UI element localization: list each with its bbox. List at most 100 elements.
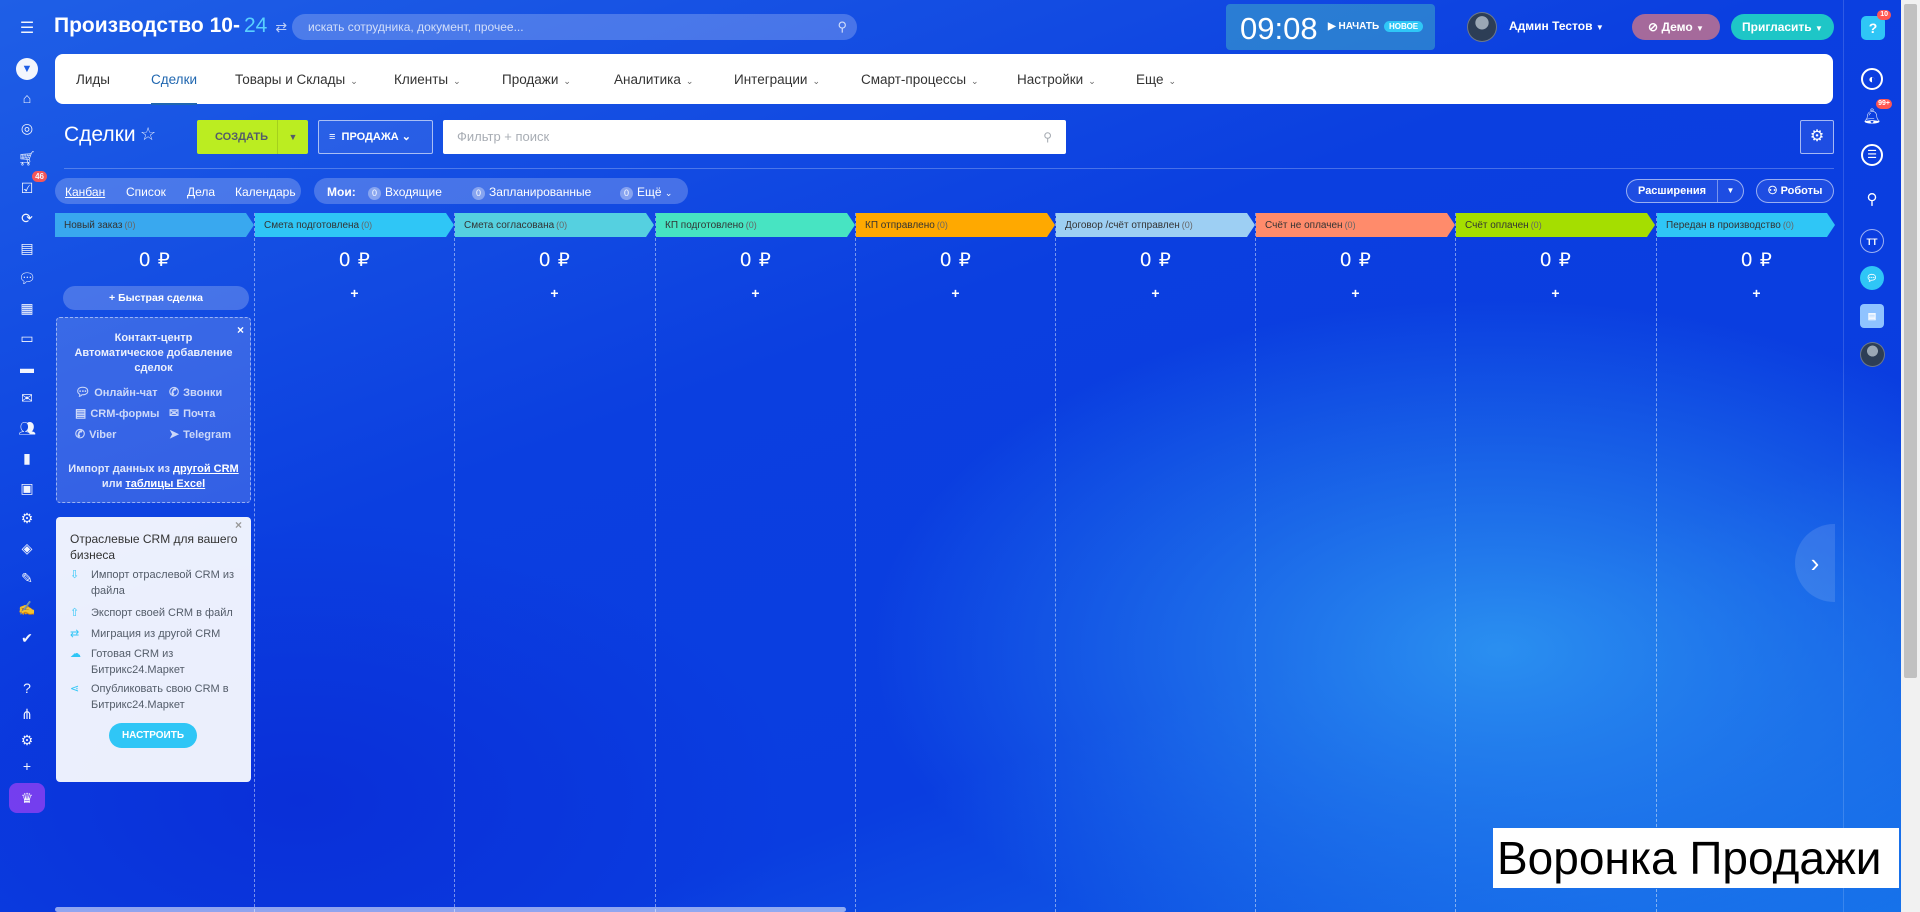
crm-icon[interactable]: ⟳ (17, 208, 37, 228)
chat-icon[interactable]: 💬︎ (1860, 266, 1884, 290)
cart-icon[interactable]: 🛒︎ (17, 148, 37, 168)
add-deal-icon[interactable]: + (255, 285, 454, 301)
sign-icon[interactable]: ✍ (17, 598, 37, 618)
industry-item[interactable]: ⇧ Экспорт своей CRM в файл (70, 605, 246, 621)
menu-icon[interactable]: ☰ (17, 18, 37, 38)
counter-more[interactable]: 0 Ещё ⌄ (620, 185, 672, 200)
quick-deal-button[interactable]: + Быстрая сделка (63, 286, 249, 310)
nav-deals[interactable]: Сделки (151, 72, 198, 105)
avatar[interactable] (1860, 342, 1885, 367)
search-icon[interactable]: ⚲ (837, 14, 847, 40)
feed-icon[interactable]: ▤ (17, 238, 37, 258)
add-deal-icon[interactable]: + (1256, 285, 1455, 301)
search-icon[interactable]: ⚲ (1860, 188, 1884, 212)
add-deal-icon[interactable]: + (1657, 285, 1856, 301)
demo-button[interactable]: ⊘ Демо ▼ (1632, 14, 1720, 40)
channel-mail[interactable]: ✉ Почта (169, 406, 215, 420)
calendar-icon[interactable]: ▦ (17, 298, 37, 318)
column-header[interactable]: Передан в производство (0) (1657, 213, 1835, 237)
gear-icon[interactable]: ⚙ (1800, 120, 1834, 154)
column-header[interactable]: Счёт не оплачен (0) (1256, 213, 1455, 237)
configure-button[interactable]: НАСТРОИТЬ (109, 723, 197, 748)
create-button[interactable]: СОЗДАТЬ ▼ (197, 120, 308, 154)
crown-icon[interactable]: ♛ (9, 783, 45, 813)
scrollbar-thumb[interactable] (1904, 4, 1917, 678)
plus-icon[interactable]: + (17, 756, 37, 776)
view-list[interactable]: Список (126, 185, 166, 199)
industry-item[interactable]: ⇩ Импорт отраслевой CRM из файла (70, 567, 246, 599)
column-header[interactable]: Счёт оплачен (0) (1456, 213, 1655, 237)
column-header[interactable]: Смета подготовлена (0) (255, 213, 454, 237)
view-activities[interactable]: Дела (187, 185, 215, 199)
tasks-icon[interactable]: ☑ 46 (17, 171, 47, 198)
counter-planned[interactable]: 0 Запланированные (472, 185, 591, 200)
column-header[interactable]: Новый заказ (0) (55, 213, 254, 237)
horizontal-scrollbar[interactable] (55, 907, 846, 912)
industry-item[interactable]: ⇄ Миграция из другой CRM (70, 626, 246, 642)
channel-telegram[interactable]: ➤ Telegram (169, 427, 231, 441)
add-deal-icon[interactable]: + (455, 285, 654, 301)
home-icon[interactable]: ⌂ (17, 88, 37, 108)
filter-icon[interactable]: ▼ (16, 58, 38, 80)
column-header[interactable]: Смета согласована (0) (455, 213, 654, 237)
robot-icon[interactable]: ⚙ (17, 508, 37, 528)
view-kanban[interactable]: Канбан (65, 185, 105, 199)
add-deal-icon[interactable]: + (1056, 285, 1255, 301)
channel-calls[interactable]: ✆ Звонки (169, 385, 222, 399)
import-excel-link[interactable]: таблицы Excel (125, 478, 205, 490)
global-search-input[interactable]: искать сотрудника, документ, прочее... ⚲ (292, 14, 857, 40)
create-dropdown-icon[interactable]: ▼ (277, 120, 308, 154)
search-icon[interactable]: ⚲ (1043, 120, 1052, 154)
document-icon[interactable]: ▭ (17, 328, 37, 348)
chevron-down-icon[interactable]: ▼ (1717, 180, 1743, 202)
start-workday-button[interactable]: ▶ НАЧАТЬ (1328, 21, 1379, 32)
column-header[interactable]: Договор /счёт отправлен (0) (1056, 213, 1255, 237)
invite-button[interactable]: Пригласить ▼ (1731, 14, 1834, 40)
view-calendar[interactable]: Календарь (235, 185, 296, 199)
bell-icon[interactable]: 🔔︎ 99+ (1860, 99, 1892, 129)
extensions-button[interactable]: Расширения ▼ (1626, 179, 1744, 203)
robots-button[interactable]: ⚇ Роботы (1756, 179, 1834, 203)
user-avatar[interactable] (1467, 12, 1497, 42)
column-header[interactable]: КП отправлено (0) (856, 213, 1055, 237)
funnel-selector[interactable]: ≡ ПРОДАЖА ⌄ (318, 120, 433, 154)
box-icon[interactable]: ◈ (17, 538, 37, 558)
drive-icon[interactable]: ▬ (17, 358, 37, 378)
add-deal-icon[interactable]: + (1456, 285, 1655, 301)
nav-integrations[interactable]: Интеграции ⌄ (734, 72, 820, 87)
check-circle-icon[interactable]: ✔ (17, 628, 37, 648)
chat-icon[interactable]: 💬︎ (17, 268, 37, 288)
nav-clients[interactable]: Клиенты ⌄ (394, 72, 461, 87)
user-menu[interactable]: Админ Тестов ▼ (1509, 19, 1604, 33)
channel-viber[interactable]: ✆ Viber (75, 427, 116, 441)
question-icon[interactable]: ? (17, 678, 37, 698)
document-icon[interactable]: ▤ (1860, 304, 1884, 328)
close-icon[interactable]: × (235, 518, 242, 532)
nav-products[interactable]: Товары и Склады ⌄ (235, 72, 358, 87)
channel-crm-forms[interactable]: ▤ CRM-формы (75, 406, 159, 420)
nav-more[interactable]: Еще ⌄ (1136, 72, 1176, 87)
nav-analytics[interactable]: Аналитика ⌄ (614, 72, 693, 87)
contacts-icon[interactable]: 👥︎ (17, 418, 37, 438)
chart-icon[interactable]: ▮ (17, 448, 37, 468)
switch-icon[interactable]: ⇄ (275, 19, 287, 35)
industry-item[interactable]: ☁ Готовая CRM из Битрикс24.Маркет (70, 646, 246, 678)
settings-icon[interactable]: ⚙ (17, 730, 37, 750)
avatar[interactable]: ТТ (1860, 229, 1884, 253)
card-icon[interactable]: ▣ (17, 478, 37, 498)
copilot-icon[interactable]: ◐ (1861, 68, 1883, 90)
worktime-widget[interactable]: 09:08 ▶ НАЧАТЬ НОВОЕ (1226, 4, 1435, 50)
edit-icon[interactable]: ✎ (17, 568, 37, 588)
sitemap-icon[interactable]: ⋔ (17, 704, 37, 724)
target-icon[interactable]: ◎ (17, 118, 37, 138)
vertical-scrollbar[interactable] (1901, 0, 1920, 912)
mail-icon[interactable]: ✉ (17, 388, 37, 408)
channel-online-chat[interactable]: 💬︎ Онлайн-чат (75, 385, 158, 399)
filter-search-input[interactable]: Фильтр + поиск ⚲ (443, 120, 1066, 154)
nav-smart-processes[interactable]: Смарт-процессы ⌄ (861, 72, 979, 87)
add-deal-icon[interactable]: + (856, 285, 1055, 301)
column-header[interactable]: КП подготовлено (0) (656, 213, 855, 237)
add-deal-icon[interactable]: + (656, 285, 855, 301)
nav-sales[interactable]: Продажи ⌄ (502, 72, 571, 87)
industry-item[interactable]: ⋖ Опубликовать свою CRM в Битрикс24.Марке… (70, 681, 246, 713)
